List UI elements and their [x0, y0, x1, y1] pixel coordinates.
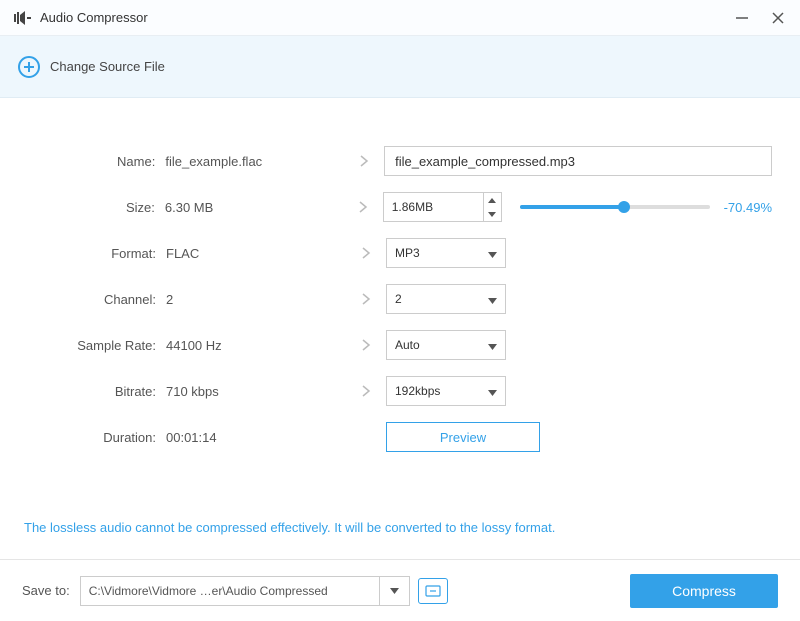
save-path-dropdown[interactable]: [380, 576, 410, 606]
label-bitrate: Bitrate:: [40, 384, 166, 399]
duration-value: 00:01:14: [166, 430, 346, 445]
output-size-stepper[interactable]: 1.86MB: [383, 192, 502, 222]
label-sample-rate: Sample Rate:: [40, 338, 166, 353]
label-duration: Duration:: [40, 430, 166, 445]
title-bar: Audio Compressor: [0, 0, 800, 36]
source-sample-rate: 44100 Hz: [166, 338, 346, 353]
conversion-notice: The lossless audio cannot be compressed …: [24, 520, 800, 535]
window-controls: [734, 10, 786, 26]
add-source-icon[interactable]: [18, 56, 40, 78]
caret-down-icon: [488, 338, 497, 353]
chevron-right-icon: [346, 384, 386, 398]
size-percent: -70.49%: [724, 200, 772, 215]
size-slider-wrap: -70.49%: [520, 200, 772, 215]
slider-thumb[interactable]: [618, 201, 630, 213]
stepper-up-icon[interactable]: [484, 193, 501, 207]
close-icon[interactable]: [770, 10, 786, 26]
change-source-label[interactable]: Change Source File: [50, 59, 165, 74]
size-slider[interactable]: [520, 205, 710, 209]
channel-value: 2: [395, 292, 402, 306]
caret-down-icon: [488, 384, 497, 399]
chevron-right-icon: [346, 292, 386, 306]
bitrate-dropdown[interactable]: 192kbps: [386, 376, 506, 406]
source-format: FLAC: [166, 246, 346, 261]
save-to-label: Save to:: [22, 583, 70, 598]
caret-down-icon: [488, 292, 497, 307]
channel-dropdown[interactable]: 2: [386, 284, 506, 314]
sample-rate-dropdown[interactable]: Auto: [386, 330, 506, 360]
compress-button[interactable]: Compress: [630, 574, 778, 608]
slider-fill: [520, 205, 625, 209]
row-format: Format: FLAC MP3: [40, 230, 772, 276]
settings-form: Name: file_example.flac Size: 6.30 MB 1.…: [0, 98, 800, 460]
bitrate-value: 192kbps: [395, 384, 440, 398]
chevron-right-icon: [346, 338, 386, 352]
stepper-down-icon[interactable]: [484, 207, 501, 221]
output-name-input[interactable]: [384, 146, 772, 176]
row-bitrate: Bitrate: 710 kbps 192kbps: [40, 368, 772, 414]
label-channel: Channel:: [40, 292, 166, 307]
source-bitrate: 710 kbps: [166, 384, 346, 399]
chevron-right-icon: [346, 246, 386, 260]
app-icon: [14, 11, 32, 25]
format-dropdown[interactable]: MP3: [386, 238, 506, 268]
source-channel: 2: [166, 292, 346, 307]
format-value: MP3: [395, 246, 420, 260]
sample-rate-value: Auto: [395, 338, 420, 352]
row-channel: Channel: 2 2: [40, 276, 772, 322]
minimize-icon[interactable]: [734, 10, 750, 26]
preview-button[interactable]: Preview: [386, 422, 540, 452]
label-format: Format:: [40, 246, 166, 261]
source-size: 6.30 MB: [165, 200, 343, 215]
open-folder-button[interactable]: [418, 578, 448, 604]
save-path-input[interactable]: [80, 576, 380, 606]
label-size: Size:: [40, 200, 165, 215]
source-name: file_example.flac: [165, 154, 344, 169]
window-title: Audio Compressor: [40, 10, 148, 25]
caret-down-icon: [488, 246, 497, 261]
row-size: Size: 6.30 MB 1.86MB -70.49%: [40, 184, 772, 230]
change-source-bar: Change Source File: [0, 36, 800, 98]
output-size-value: 1.86MB: [384, 200, 483, 214]
row-sample-rate: Sample Rate: 44100 Hz Auto: [40, 322, 772, 368]
row-duration: Duration: 00:01:14 Preview: [40, 414, 772, 460]
chevron-right-icon: [343, 200, 383, 214]
row-name: Name: file_example.flac: [40, 138, 772, 184]
label-name: Name:: [40, 154, 165, 169]
chevron-right-icon: [344, 154, 384, 168]
footer-bar: Save to: Compress: [0, 559, 800, 621]
